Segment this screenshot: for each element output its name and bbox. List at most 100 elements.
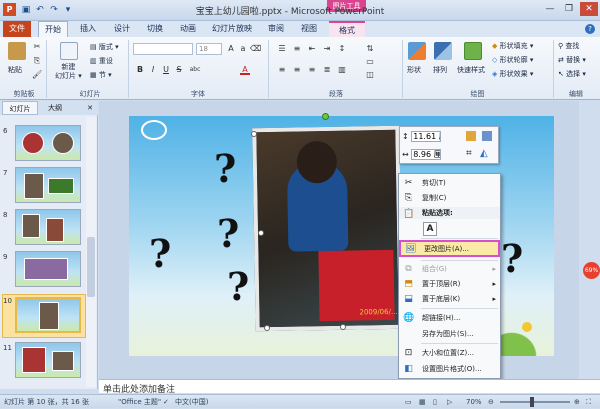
- find-button[interactable]: ⚲ 查找: [558, 41, 579, 51]
- resize-handle[interactable]: [251, 131, 257, 137]
- columns-icon[interactable]: ▥: [337, 65, 347, 75]
- slide-thumbnail[interactable]: [15, 209, 81, 245]
- thumbnail-scrollbar[interactable]: [86, 117, 96, 387]
- help-icon[interactable]: ?: [585, 24, 595, 34]
- increase-indent-icon[interactable]: ⇥: [322, 44, 332, 54]
- tab-animations[interactable]: 动画: [174, 21, 202, 37]
- menu-item-change-picture[interactable]: 🖼 更改图片(A)...: [399, 240, 500, 257]
- redo-icon[interactable]: ↷: [48, 4, 60, 16]
- underline-button[interactable]: U: [161, 65, 171, 75]
- minimize-button[interactable]: —: [541, 2, 559, 16]
- cut-icon[interactable]: ✂: [32, 42, 42, 52]
- zoom-level[interactable]: 70%: [466, 395, 482, 409]
- bullets-icon[interactable]: ☰: [277, 44, 287, 54]
- floating-badge[interactable]: 69%: [583, 262, 600, 279]
- undo-icon[interactable]: ↶: [34, 4, 46, 16]
- font-size-combo[interactable]: 18: [196, 43, 222, 55]
- reset-button[interactable]: ▥ 重设: [90, 56, 113, 66]
- font-color-icon[interactable]: A: [240, 65, 250, 75]
- menu-item-cut[interactable]: ✂ 剪切(T): [399, 176, 500, 191]
- grow-font-icon[interactable]: A: [226, 44, 236, 54]
- tab-format[interactable]: 格式: [329, 21, 365, 37]
- decrease-indent-icon[interactable]: ⇤: [307, 44, 317, 54]
- slide-thumbnail[interactable]: [15, 167, 81, 203]
- width-input[interactable]: [411, 149, 442, 160]
- menu-item-copy[interactable]: ⎘ 复制(C): [399, 191, 500, 206]
- align-text-icon[interactable]: ▭: [365, 57, 375, 67]
- numbering-icon[interactable]: ≡: [292, 44, 302, 54]
- zoom-slider-thumb[interactable]: [530, 397, 534, 407]
- shapes-icon[interactable]: [408, 42, 426, 60]
- tab-insert[interactable]: 插入: [74, 21, 102, 37]
- scroll-thumb[interactable]: [87, 237, 95, 297]
- quick-styles-button[interactable]: 快速样式: [457, 65, 485, 75]
- pane-close-button[interactable]: ✕: [84, 101, 96, 115]
- menu-item-size-position[interactable]: ⊡ 大小和位置(Z)...: [399, 346, 500, 361]
- sorter-view-icon[interactable]: ▦: [419, 395, 426, 409]
- normal-view-icon[interactable]: ▭: [405, 395, 412, 409]
- rotate-handle[interactable]: [322, 113, 329, 120]
- restore-button[interactable]: ❐: [560, 2, 578, 16]
- zoom-in-icon[interactable]: ⊕: [574, 395, 580, 409]
- reading-view-icon[interactable]: ▯: [433, 395, 437, 409]
- fit-window-icon[interactable]: ⛶: [586, 395, 591, 409]
- tab-slides[interactable]: 幻灯片: [2, 101, 38, 115]
- tab-design[interactable]: 设计: [108, 21, 136, 37]
- slide-thumbnail-selected[interactable]: [15, 297, 81, 333]
- menu-item-hyperlink[interactable]: 🌐 超链接(H)...: [399, 311, 500, 326]
- quick-styles-icon[interactable]: [464, 42, 482, 60]
- zoom-out-icon[interactable]: ⊖: [488, 395, 494, 409]
- shape-effects-button[interactable]: ◈ 形状效果 ▾: [492, 69, 533, 79]
- tab-home[interactable]: 开始: [38, 21, 68, 37]
- height-spinner[interactable]: ↕: [402, 130, 442, 143]
- tab-outline[interactable]: 大纲: [40, 101, 70, 115]
- smartart-icon[interactable]: ◫: [365, 70, 375, 80]
- arrange-icon[interactable]: [434, 42, 452, 60]
- shrink-font-icon[interactable]: a: [238, 44, 248, 54]
- arrange-button[interactable]: 排列: [433, 65, 447, 75]
- bring-front-mini-icon[interactable]: [466, 131, 476, 141]
- menu-item-save-as-picture[interactable]: 另存为图片(S)...: [399, 327, 500, 342]
- align-left-icon[interactable]: ≡: [277, 65, 287, 75]
- align-center-icon[interactable]: ≡: [292, 65, 302, 75]
- resize-handle[interactable]: [340, 324, 346, 330]
- selected-picture[interactable]: 2009/06/...: [252, 125, 403, 332]
- tab-transitions[interactable]: 切换: [141, 21, 169, 37]
- tab-view[interactable]: 视图: [295, 21, 323, 37]
- height-input[interactable]: [411, 131, 442, 142]
- tab-file[interactable]: 文件: [3, 21, 31, 37]
- format-painter-icon[interactable]: 🖌: [32, 70, 42, 80]
- menu-item-bring-to-front[interactable]: ⬒ 置于顶层(R) ▸: [399, 277, 500, 292]
- paste-button-label[interactable]: 粘贴: [8, 65, 22, 75]
- customize-qat-icon[interactable]: ▾: [62, 4, 74, 16]
- slide-thumbnail[interactable]: [15, 125, 81, 161]
- paste-icon[interactable]: [8, 42, 26, 60]
- slideshow-view-icon[interactable]: ▷: [447, 395, 452, 409]
- close-button[interactable]: ✕: [580, 2, 598, 16]
- zoom-slider[interactable]: [500, 397, 570, 407]
- new-slide-icon[interactable]: [60, 42, 78, 60]
- slide-thumbnail[interactable]: [15, 251, 81, 287]
- select-button[interactable]: ↖ 选择 ▾: [558, 69, 586, 79]
- italic-button[interactable]: I: [148, 65, 158, 75]
- width-spinner[interactable]: ↔: [402, 148, 442, 161]
- justify-icon[interactable]: ≣: [322, 65, 332, 75]
- line-spacing-icon[interactable]: ↕: [337, 44, 347, 54]
- slide-thumbnail[interactable]: [15, 342, 81, 378]
- new-slide-button[interactable]: 新建 幻灯片 ▾: [55, 63, 82, 81]
- clear-format-icon[interactable]: ⌫: [250, 44, 261, 54]
- layout-button[interactable]: ▤ 版式 ▾: [90, 42, 119, 52]
- align-right-icon[interactable]: ≡: [307, 65, 317, 75]
- resize-handle[interactable]: [258, 230, 264, 236]
- paste-text-icon[interactable]: A: [423, 222, 437, 236]
- tab-review[interactable]: 审阅: [262, 21, 290, 37]
- shape-outline-button[interactable]: ◇ 形状轮廓 ▾: [492, 55, 533, 65]
- section-button[interactable]: ▦ 节 ▾: [90, 70, 112, 80]
- strikethrough-button[interactable]: S: [174, 65, 184, 75]
- bold-button[interactable]: B: [135, 65, 145, 75]
- picture-effects-icon[interactable]: ◭: [480, 148, 488, 159]
- shapes-button[interactable]: 形状: [407, 65, 421, 75]
- notes-pane[interactable]: 单击此处添加备注: [99, 379, 600, 395]
- crop-icon[interactable]: ⌗: [466, 148, 472, 159]
- shape-fill-button[interactable]: ◆ 形状填充 ▾: [492, 41, 533, 51]
